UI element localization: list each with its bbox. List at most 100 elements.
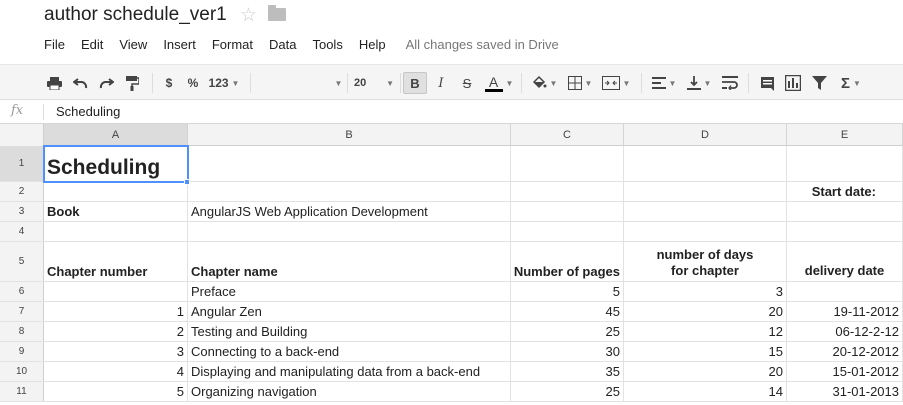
cell-d2[interactable] [624,182,787,201]
row-header[interactable]: 9 [0,342,44,361]
cell-c10[interactable]: 35 [511,362,624,381]
cell-b2[interactable] [188,182,511,201]
undo-icon[interactable] [70,72,90,94]
cell-b7[interactable]: Angular Zen [188,302,511,321]
font-family-dropdown[interactable]: ▼ [330,72,344,94]
document-title[interactable]: author schedule_ver1 [44,4,227,26]
horizontal-align-button[interactable]: ▼ [648,72,680,94]
cell-a9[interactable]: 3 [44,342,188,361]
cell-b10[interactable]: Displaying and manipulating data from a … [188,362,511,381]
cell-a6[interactable] [44,282,188,301]
cell-b3[interactable]: AngularJS Web Application Development [188,202,511,221]
print-icon[interactable] [44,72,64,94]
font-size-dropdown[interactable]: 20 ▼ [352,72,396,94]
menu-help[interactable]: Help [351,37,394,52]
cell-d5[interactable]: number of days for chapter [624,242,787,281]
cell-d8[interactable]: 12 [624,322,787,341]
cell-e4[interactable] [787,222,903,241]
cell-e8[interactable]: 06-12-2-12 [787,322,903,341]
cell-b11[interactable]: Organizing navigation [188,382,511,401]
cell-b9[interactable]: Connecting to a back-end [188,342,511,361]
column-header-e[interactable]: E [787,124,903,146]
functions-button[interactable]: Σ ▼ [835,72,867,94]
fill-handle[interactable] [184,179,190,185]
cell-c8[interactable]: 25 [511,322,624,341]
cell-e3[interactable] [787,202,903,221]
row-header[interactable]: 11 [0,382,44,401]
column-header-d[interactable]: D [624,124,787,146]
cell-b6[interactable]: Preface [188,282,511,301]
insert-comment-icon[interactable] [757,72,777,94]
text-wrap-icon[interactable] [719,72,741,94]
menu-edit[interactable]: Edit [73,37,111,52]
currency-format-button[interactable]: $ [160,72,178,94]
cell-c2[interactable] [511,182,624,201]
cell-b8[interactable]: Testing and Building [188,322,511,341]
cell-b4[interactable] [188,222,511,241]
merge-cells-button[interactable]: ▼ [598,72,634,94]
cell-e9[interactable]: 20-12-2012 [787,342,903,361]
fill-color-button[interactable]: ▼ [528,72,560,94]
cell-d1[interactable] [624,146,787,181]
row-header[interactable]: 10 [0,362,44,381]
row-header[interactable]: 4 [0,222,44,241]
cell-a7[interactable]: 1 [44,302,188,321]
cell-a4[interactable] [44,222,188,241]
cell-e5[interactable]: delivery date [787,242,903,281]
menu-view[interactable]: View [111,37,155,52]
row-header[interactable]: 8 [0,322,44,341]
cell-b1[interactable] [188,146,511,181]
menu-format[interactable]: Format [204,37,261,52]
cell-d11[interactable]: 14 [624,382,787,401]
row-header[interactable]: 7 [0,302,44,321]
cell-c1[interactable] [511,146,624,181]
menu-tools[interactable]: Tools [304,37,350,52]
cell-a5[interactable]: Chapter number [44,242,188,281]
text-color-button[interactable]: A ▼ [482,72,516,94]
bold-button[interactable]: B [403,72,427,94]
select-all-corner[interactable] [0,124,44,146]
row-header[interactable]: 2 [0,182,44,201]
cell-c4[interactable] [511,222,624,241]
cell-c11[interactable]: 25 [511,382,624,401]
cell-e10[interactable]: 15-01-2012 [787,362,903,381]
folder-icon[interactable] [268,5,286,21]
cell-d7[interactable]: 20 [624,302,787,321]
cell-d10[interactable]: 20 [624,362,787,381]
menu-file[interactable]: File [36,37,73,52]
cell-c5[interactable]: Number of pages [511,242,624,281]
row-header[interactable]: 3 [0,202,44,221]
insert-chart-icon[interactable] [782,72,804,94]
row-header[interactable]: 6 [0,282,44,301]
cell-d3[interactable] [624,202,787,221]
percent-format-button[interactable]: % [184,72,202,94]
column-header-c[interactable]: C [511,124,624,146]
borders-button[interactable]: ▼ [565,72,595,94]
strikethrough-button[interactable]: S [457,72,477,94]
number-format-dropdown[interactable]: 123 ▼ [207,72,241,94]
cell-d4[interactable] [624,222,787,241]
cell-a10[interactable]: 4 [44,362,188,381]
formula-input[interactable]: Scheduling [56,104,120,119]
cell-e11[interactable]: 31-01-2013 [787,382,903,401]
vertical-align-button[interactable]: ▼ [684,72,714,94]
cell-d6[interactable]: 3 [624,282,787,301]
cell-e7[interactable]: 19-11-2012 [787,302,903,321]
redo-icon[interactable] [96,72,116,94]
star-icon[interactable]: ☆ [240,4,257,27]
cell-c9[interactable]: 30 [511,342,624,361]
cell-a3[interactable]: Book [44,202,188,221]
paint-format-icon[interactable] [122,72,142,94]
cell-c7[interactable]: 45 [511,302,624,321]
row-header[interactable]: 5 [0,242,44,281]
cell-c6[interactable]: 5 [511,282,624,301]
cell-a1[interactable]: Scheduling [44,146,188,181]
column-header-b[interactable]: B [188,124,511,146]
cell-a8[interactable]: 2 [44,322,188,341]
cell-d9[interactable]: 15 [624,342,787,361]
cell-e1[interactable] [787,146,903,181]
cell-b5[interactable]: Chapter name [188,242,511,281]
menu-insert[interactable]: Insert [155,37,204,52]
row-header[interactable]: 1 [0,146,44,181]
cell-c3[interactable] [511,202,624,221]
